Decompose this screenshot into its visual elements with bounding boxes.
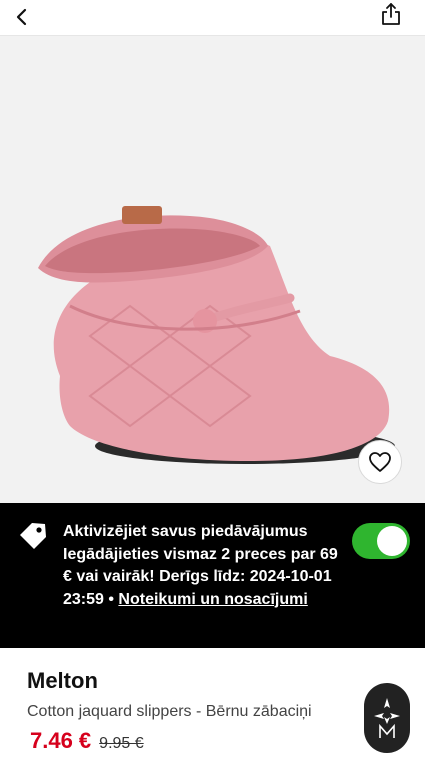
offer-toggle[interactable] bbox=[352, 523, 410, 559]
product-image bbox=[38, 206, 395, 464]
promo-banner: Aktivizējiet savus piedāvājumus Iegādāji… bbox=[0, 503, 425, 648]
product-gallery[interactable] bbox=[0, 36, 425, 503]
original-price: 9.95 € bbox=[99, 735, 144, 752]
product-title: Cotton jaquard slippers - Bērnu zābaciņi bbox=[27, 703, 312, 720]
back-button[interactable] bbox=[8, 3, 36, 31]
share-icon bbox=[382, 3, 400, 25]
heart-icon bbox=[369, 452, 391, 472]
price-tag-icon bbox=[20, 523, 46, 549]
wishlist-button[interactable] bbox=[358, 440, 402, 484]
sale-price: 7.46 € bbox=[30, 728, 92, 753]
product-brand[interactable]: Melton bbox=[27, 668, 98, 694]
brand-logo-icon bbox=[374, 698, 400, 738]
terms-link[interactable]: Noteikumi un nosacījumi bbox=[118, 591, 307, 608]
promo-text: Aktivizējiet savus piedāvājumus Iegādāji… bbox=[63, 521, 338, 611]
share-button[interactable] bbox=[377, 0, 405, 28]
price-row: 7.46 € 9.95 € bbox=[30, 728, 144, 754]
brand-logo-button[interactable] bbox=[364, 683, 410, 753]
toggle-knob bbox=[377, 526, 407, 556]
chevron-left-icon bbox=[16, 8, 27, 26]
product-info: Melton Cotton jaquard slippers - Bērnu z… bbox=[0, 648, 425, 768]
top-bar bbox=[0, 0, 425, 36]
